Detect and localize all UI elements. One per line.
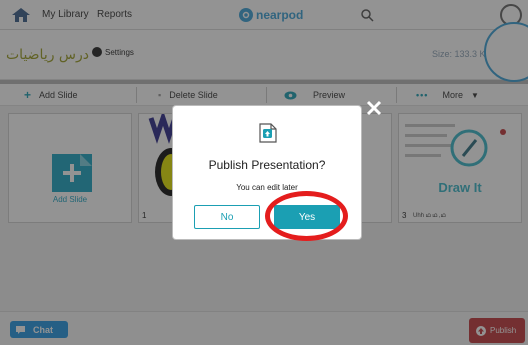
yes-button[interactable]: Yes	[274, 205, 340, 229]
close-icon[interactable]	[366, 100, 382, 116]
publish-file-icon	[259, 123, 277, 143]
dialog-subtitle: You can edit later	[236, 183, 298, 192]
dialog-title: Publish Presentation?	[208, 158, 326, 172]
no-button[interactable]: No	[194, 205, 260, 229]
publish-dialog: Publish Presentation? You can edit later…	[173, 106, 361, 239]
